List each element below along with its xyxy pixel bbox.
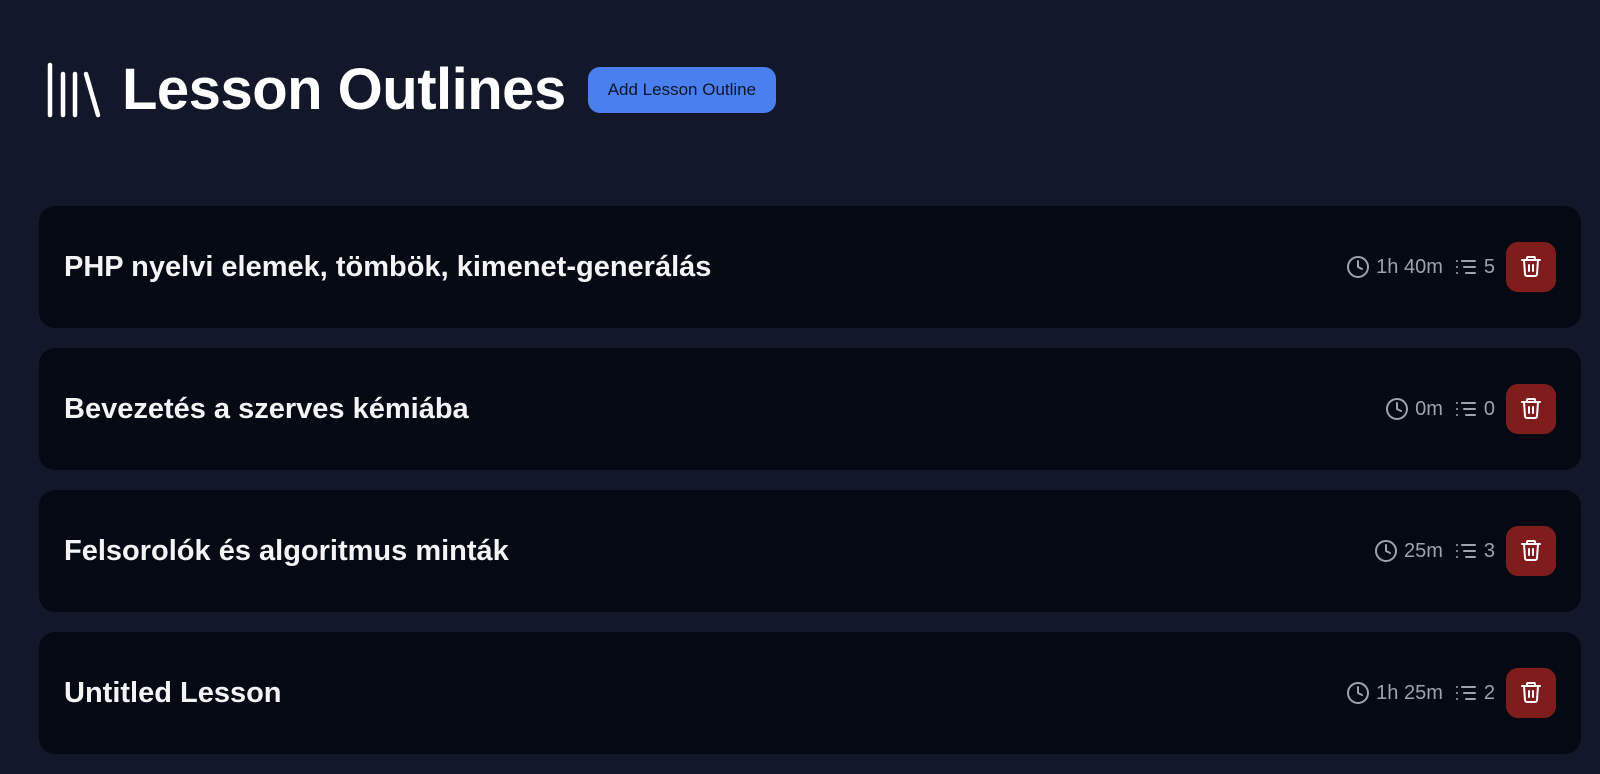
add-lesson-outline-button[interactable]: Add Lesson Outline xyxy=(587,67,777,113)
page-header: Lesson Outlines Add Lesson Outline xyxy=(46,57,777,122)
section-count-text: 5 xyxy=(1483,255,1495,278)
duration-text: 1h 25m xyxy=(1376,681,1443,704)
duration: 25m xyxy=(1374,539,1443,563)
list-icon xyxy=(1454,539,1478,563)
clock-icon xyxy=(1346,255,1370,279)
lesson-card[interactable]: PHP nyelvi elemek, tömbök, kimenet-gener… xyxy=(39,206,1581,328)
trash-icon xyxy=(1519,254,1543,281)
lesson-meta: 1h 40m 5 xyxy=(1335,242,1556,292)
lesson-card[interactable]: Untitled Lesson 1h 25m 2 xyxy=(39,632,1581,754)
trash-icon xyxy=(1519,680,1543,707)
lesson-card[interactable]: Felsorolók és algoritmus minták 25m 3 xyxy=(39,490,1581,612)
list-icon xyxy=(1454,681,1478,705)
lesson-list: PHP nyelvi elemek, tömbök, kimenet-gener… xyxy=(39,206,1581,774)
duration: 1h 40m xyxy=(1346,255,1443,279)
trash-icon xyxy=(1519,538,1543,565)
delete-button[interactable] xyxy=(1506,384,1556,434)
clock-icon xyxy=(1346,681,1370,705)
list-icon xyxy=(1454,397,1478,421)
duration-text: 25m xyxy=(1403,539,1443,562)
lesson-meta: 25m 3 xyxy=(1363,526,1556,576)
library-icon xyxy=(46,60,102,120)
duration: 1h 25m xyxy=(1346,681,1443,705)
section-count-text: 3 xyxy=(1483,539,1495,562)
list-icon xyxy=(1454,255,1478,279)
clock-icon xyxy=(1374,539,1398,563)
lesson-meta: 1h 25m 2 xyxy=(1335,668,1556,718)
lesson-title[interactable]: Untitled Lesson xyxy=(64,677,1335,710)
delete-button[interactable] xyxy=(1506,668,1556,718)
delete-button[interactable] xyxy=(1506,526,1556,576)
section-count: 5 xyxy=(1454,255,1495,279)
page-title: Lesson Outlines xyxy=(122,57,566,122)
section-count: 3 xyxy=(1454,539,1495,563)
duration-text: 1h 40m xyxy=(1376,255,1443,278)
duration: 0m xyxy=(1385,397,1443,421)
delete-button[interactable] xyxy=(1506,242,1556,292)
lesson-title[interactable]: Felsorolók és algoritmus minták xyxy=(64,535,1363,568)
lesson-title[interactable]: PHP nyelvi elemek, tömbök, kimenet-gener… xyxy=(64,251,1335,284)
section-count: 2 xyxy=(1454,681,1495,705)
duration-text: 0m xyxy=(1415,397,1443,420)
lesson-title[interactable]: Bevezetés a szerves kémiába xyxy=(64,393,1374,426)
lesson-meta: 0m 0 xyxy=(1374,384,1556,434)
lesson-card[interactable]: Bevezetés a szerves kémiába 0m 0 xyxy=(39,348,1581,470)
trash-icon xyxy=(1519,396,1543,423)
section-count: 0 xyxy=(1454,397,1495,421)
section-count-text: 2 xyxy=(1483,681,1495,704)
section-count-text: 0 xyxy=(1483,397,1495,420)
clock-icon xyxy=(1385,397,1409,421)
